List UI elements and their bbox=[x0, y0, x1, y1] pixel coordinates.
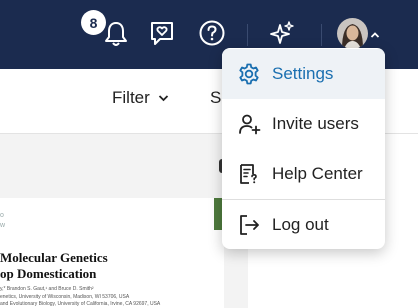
header-divider bbox=[247, 24, 248, 46]
help-button[interactable] bbox=[196, 17, 228, 49]
menu-item-invite-users[interactable]: Invite users bbox=[222, 99, 385, 149]
filter-button[interactable]: Filter bbox=[112, 88, 169, 108]
add-user-icon bbox=[239, 114, 261, 135]
document-title-line: op Domestication bbox=[0, 266, 97, 281]
notification-count-badge: 8 bbox=[81, 10, 106, 35]
bell-icon bbox=[105, 22, 127, 46]
sparkle-icon bbox=[270, 21, 294, 44]
heart-message-icon bbox=[151, 22, 173, 45]
gear-icon bbox=[239, 63, 259, 85]
menu-item-settings[interactable]: Settings bbox=[222, 49, 385, 99]
filter-label: Filter bbox=[112, 88, 150, 107]
help-icon bbox=[199, 20, 225, 46]
document-title: Molecular Genetics op Domestication bbox=[0, 250, 108, 282]
menu-item-label: Invite users bbox=[272, 114, 359, 133]
help-document-icon bbox=[240, 164, 257, 184]
menu-item-label: Settings bbox=[272, 64, 334, 83]
menu-item-log-out[interactable]: Log out bbox=[222, 200, 385, 249]
document-title-line: Molecular Genetics bbox=[0, 250, 108, 265]
favorites-button[interactable] bbox=[146, 17, 178, 49]
document-affiliation: and Evolutionary Biology, University of … bbox=[0, 301, 161, 307]
document-kicker: o bbox=[0, 212, 4, 219]
menu-item-label: Log out bbox=[272, 215, 329, 234]
menu-item-help-center[interactable]: Help Center bbox=[222, 149, 385, 199]
chevron-up-icon[interactable] bbox=[370, 31, 380, 39]
document-authors: y,* Brandon S. Gaut,¹ and Bruce D. Smith… bbox=[0, 286, 94, 292]
user-photo-icon bbox=[337, 18, 368, 49]
ai-assistant-button[interactable] bbox=[266, 17, 298, 49]
header-divider bbox=[321, 24, 322, 46]
logout-icon bbox=[240, 215, 259, 235]
account-dropdown-menu: Settings Invite users Help Center Log ou… bbox=[222, 48, 385, 249]
menu-item-label: Help Center bbox=[272, 164, 363, 183]
document-affiliation: enetics, University of Wisconsin, Madiso… bbox=[0, 294, 130, 300]
chevron-down-icon bbox=[158, 95, 168, 102]
document-kicker: w bbox=[0, 222, 6, 229]
sort-button[interactable]: S bbox=[210, 88, 221, 108]
avatar[interactable] bbox=[337, 18, 368, 49]
